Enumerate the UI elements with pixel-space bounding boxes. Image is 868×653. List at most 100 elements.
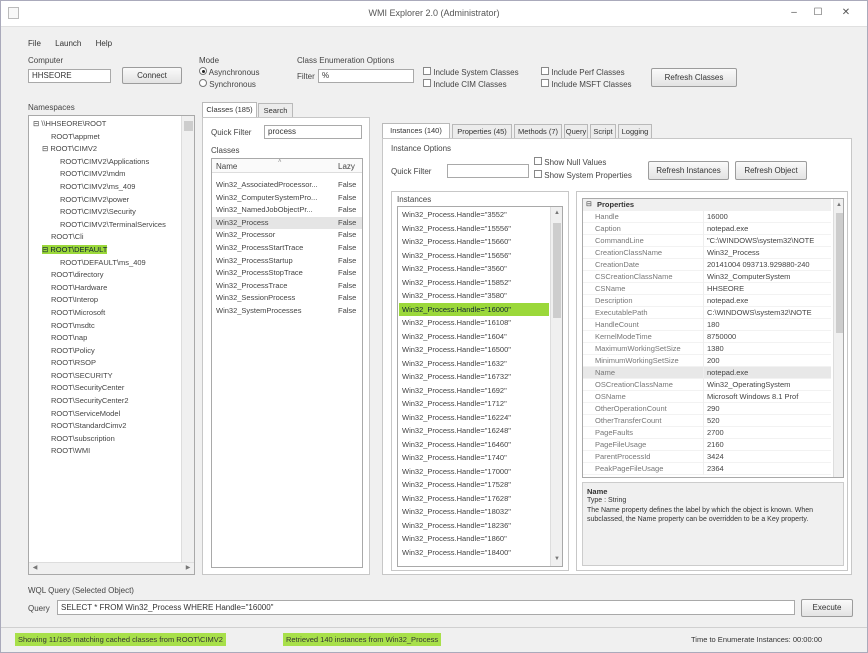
class-row[interactable]: Win32_ProcessStopTrace False — [212, 267, 362, 280]
properties-vscrollbar[interactable]: ▲ — [833, 199, 843, 477]
property-row[interactable]: ParentProcessId 3424 — [583, 451, 831, 463]
namespace-node[interactable]: ROOT\SecurityCenter2 — [31, 395, 179, 408]
property-row[interactable]: ExecutablePath C:\WINDOWS\system32\NOTE — [583, 307, 831, 319]
minimize-button[interactable]: – — [783, 5, 805, 21]
instance-row[interactable]: Win32_Process.Handle="16108" — [399, 316, 549, 330]
instance-row[interactable]: Win32_Process.Handle="3560" — [399, 262, 549, 276]
scroll-up-icon[interactable]: ▲ — [834, 200, 843, 210]
property-row[interactable]: CreationDate 20141004 093713.929880-240 — [583, 259, 831, 271]
scroll-left-icon[interactable]: ◀ — [31, 563, 39, 573]
checkbox[interactable] — [541, 67, 549, 75]
property-row[interactable]: Name notepad.exe — [583, 367, 831, 379]
instance-row[interactable]: Win32_Process.Handle="15852" — [399, 276, 549, 290]
connect-button[interactable]: Connect — [122, 67, 182, 84]
namespace-node[interactable]: ROOT\Hardware — [31, 282, 179, 295]
instance-row[interactable]: Win32_Process.Handle="16732" — [399, 370, 549, 384]
namespace-node[interactable]: ROOT\DEFAULT\ms_409 — [31, 257, 179, 270]
namespace-node[interactable]: ROOT\CIMV2\mdm — [31, 168, 179, 181]
instances-vscrollbar[interactable]: ▲ ▼ — [550, 207, 562, 566]
class-row[interactable]: Win32_ProcessStartTrace False — [212, 242, 362, 255]
namespace-node[interactable]: ROOT\Policy — [31, 345, 179, 358]
classes-quick-filter-input[interactable]: process — [264, 125, 362, 139]
class-row[interactable]: Win32_ComputerSystemPro... False — [212, 192, 362, 205]
sync-radio[interactable] — [199, 79, 207, 87]
tab-search[interactable]: Search — [258, 103, 293, 118]
instance-row[interactable]: Win32_Process.Handle="1604" — [399, 330, 549, 344]
scroll-up-icon[interactable]: ▲ — [552, 208, 562, 218]
instance-row[interactable]: Win32_Process.Handle="1712" — [399, 397, 549, 411]
instance-row[interactable]: Win32_Process.Handle="15660" — [399, 235, 549, 249]
namespace-node[interactable]: ROOT\ServiceModel — [31, 408, 179, 421]
instance-row[interactable]: Win32_Process.Handle="16224" — [399, 411, 549, 425]
instance-row[interactable]: Win32_Process.Handle="1692" — [399, 384, 549, 398]
properties-category[interactable]: ⊟ Properties — [583, 199, 831, 211]
namespace-node[interactable]: ROOT\Interop — [31, 294, 179, 307]
property-row[interactable]: Description notepad.exe — [583, 295, 831, 307]
scroll-right-icon[interactable]: ▶ — [184, 563, 192, 573]
instance-row[interactable]: Win32_Process.Handle="16000" — [399, 302, 549, 316]
namespace-node[interactable]: ROOT\WMI — [31, 445, 179, 458]
tab-logging[interactable]: Logging — [618, 124, 652, 139]
tab-instances[interactable]: Instances (140) — [382, 123, 450, 139]
property-row[interactable]: OSCreationClassName Win32_OperatingSystem — [583, 379, 831, 391]
property-row[interactable]: HandleCount 180 — [583, 319, 831, 331]
property-row[interactable]: CSName HHSEORE — [583, 283, 831, 295]
close-button[interactable]: ✕ — [833, 5, 859, 21]
execute-button[interactable]: Execute — [801, 599, 853, 617]
class-row[interactable]: Win32_SystemProcesses False — [212, 305, 362, 318]
instance-row[interactable]: Win32_Process.Handle="1740" — [399, 451, 549, 465]
property-row[interactable]: CSCreationClassName Win32_ComputerSystem — [583, 271, 831, 283]
instance-row[interactable]: Win32_Process.Handle="16460" — [399, 438, 549, 452]
namespace-node[interactable]: ROOT\SECURITY — [31, 370, 179, 383]
tab-properties[interactable]: Properties (45) — [452, 124, 512, 139]
tab-classes[interactable]: Classes (185) — [202, 102, 257, 118]
property-row[interactable]: PageFileUsage 2160 — [583, 439, 831, 451]
menu-launch[interactable]: Launch — [55, 39, 81, 48]
include-system-classes-check[interactable]: Include System Classes — [423, 67, 519, 77]
show-system-properties-check[interactable]: Show System Properties — [534, 170, 632, 180]
instance-row[interactable]: Win32_Process.Handle="3552" — [399, 208, 549, 222]
namespace-node[interactable]: ROOT\CIMV2\Applications — [31, 156, 179, 169]
wql-query-input[interactable]: SELECT * FROM Win32_Process WHERE Handle… — [57, 600, 795, 615]
instance-row[interactable]: Win32_Process.Handle="1632" — [399, 357, 549, 371]
mode-option-async[interactable]: Asynchronous — [199, 67, 259, 77]
namespace-node[interactable]: ⊟ ROOT\CIMV2 — [31, 143, 179, 156]
namespace-node[interactable]: ROOT\Microsoft — [31, 307, 179, 320]
property-row[interactable]: OtherOperationCount 290 — [583, 403, 831, 415]
property-row[interactable]: MaximumWorkingSetSize 1380 — [583, 343, 831, 355]
menu-file[interactable]: File — [28, 39, 41, 48]
checkbox[interactable] — [541, 79, 549, 87]
instance-row[interactable]: Win32_Process.Handle="18032" — [399, 505, 549, 519]
async-radio[interactable] — [199, 67, 207, 75]
namespace-node[interactable]: ROOT\CIMV2\power — [31, 194, 179, 207]
namespace-node[interactable]: ROOT\appmet — [31, 131, 179, 144]
namespace-node[interactable]: ⊟ \\HHSEORE\ROOT — [31, 118, 179, 131]
col-name-header[interactable]: Name — [216, 162, 237, 171]
menu-help[interactable]: Help — [96, 39, 112, 48]
property-row[interactable]: Handle 16000 — [583, 211, 831, 223]
instance-row[interactable]: Win32_Process.Handle="17528" — [399, 478, 549, 492]
namespace-node[interactable]: ⊟ ROOT\DEFAULT — [31, 244, 179, 257]
namespace-vscrollbar[interactable] — [181, 116, 194, 562]
namespace-node[interactable]: ROOT\subscription — [31, 433, 179, 446]
instance-row[interactable]: Win32_Process.Handle="15556" — [399, 222, 549, 236]
refresh-classes-button[interactable]: Refresh Classes — [651, 68, 737, 87]
instance-row[interactable]: Win32_Process.Handle="15656" — [399, 249, 549, 263]
class-row[interactable]: Win32_Processor False — [212, 229, 362, 242]
namespace-node[interactable]: ROOT\CIMV2\TerminalServices — [31, 219, 179, 232]
instances-quick-filter-input[interactable] — [447, 164, 529, 178]
instance-row[interactable]: Win32_Process.Handle="17628" — [399, 492, 549, 506]
include-cim-classes-check[interactable]: Include CIM Classes — [423, 79, 507, 89]
property-row[interactable]: KernelModeTime 8750000 — [583, 331, 831, 343]
checkbox[interactable] — [423, 79, 431, 87]
tab-script[interactable]: Script — [590, 124, 616, 139]
instance-row[interactable]: Win32_Process.Handle="16248" — [399, 424, 549, 438]
instance-row[interactable]: Win32_Process.Handle="16500" — [399, 343, 549, 357]
namespace-node[interactable]: ROOT\CIMV2\ms_409 — [31, 181, 179, 194]
property-row[interactable]: PeakPageFileUsage 2364 — [583, 463, 831, 475]
class-row[interactable]: Win32_AssociatedProcessor... False — [212, 179, 362, 192]
namespace-node[interactable]: ROOT\RSOP — [31, 357, 179, 370]
include-msft-classes-check[interactable]: Include MSFT Classes — [541, 79, 632, 89]
checkbox[interactable] — [534, 157, 542, 165]
refresh-object-button[interactable]: Refresh Object — [735, 161, 807, 180]
